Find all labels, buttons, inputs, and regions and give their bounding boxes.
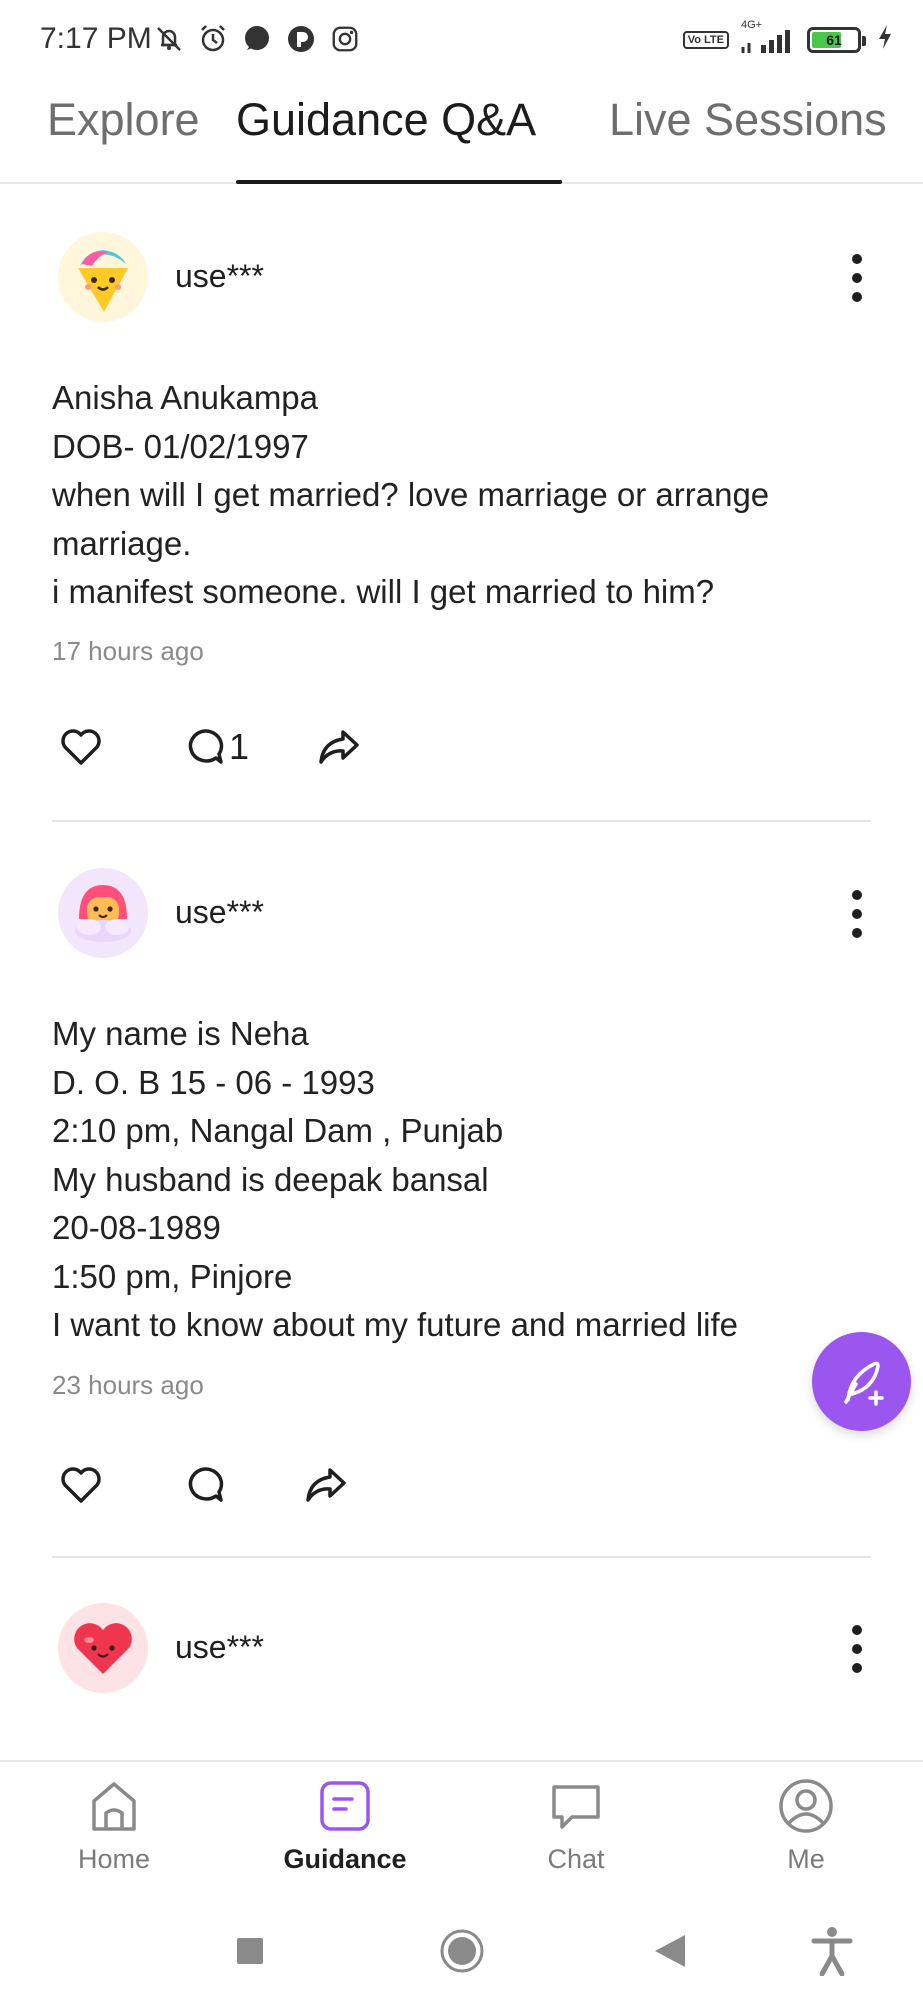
comment-count: 1 bbox=[229, 726, 250, 767]
nav-chat[interactable]: Chat bbox=[486, 1776, 666, 1875]
nav-guidance[interactable]: Guidance bbox=[255, 1776, 435, 1875]
post-text-line: My name is Neha bbox=[52, 1015, 309, 1052]
notification-icons bbox=[152, 22, 362, 56]
new-post-fab-button[interactable] bbox=[812, 1332, 911, 1431]
heart-icon bbox=[61, 1467, 101, 1503]
nav-me[interactable]: Me bbox=[716, 1776, 896, 1875]
status-time: 7:17 PM bbox=[40, 22, 152, 55]
comment-button[interactable]: 1 bbox=[185, 717, 249, 777]
chat-bubble-icon bbox=[240, 22, 274, 56]
top-tab-bar: Explore Guidance Q&A Live Sessions bbox=[0, 84, 923, 184]
accessibility-button[interactable] bbox=[804, 1923, 860, 1979]
tab-live-sessions[interactable]: Live Sessions bbox=[609, 94, 887, 146]
more-options-icon[interactable] bbox=[851, 254, 863, 302]
post-text-line: 2:10 pm, Nangal Dam , Punjab bbox=[52, 1112, 504, 1149]
post-body[interactable]: My name is Neha D. O. B 15 - 06 - 1993 2… bbox=[52, 1010, 872, 1350]
share-button[interactable] bbox=[304, 1455, 348, 1515]
post-username[interactable]: use*** bbox=[175, 894, 264, 931]
comment-button[interactable] bbox=[185, 1455, 229, 1515]
post-text-line: My husband is deepak bansal bbox=[52, 1160, 489, 1198]
share-icon bbox=[306, 1468, 346, 1502]
like-button[interactable] bbox=[60, 1455, 102, 1515]
system-status-icons: Vo LTE 4G+ 61 bbox=[682, 19, 893, 55]
post-text-line: Anisha Anukampa bbox=[52, 379, 319, 416]
chat-icon bbox=[546, 1776, 606, 1836]
hooded-girl-avatar-icon[interactable] bbox=[58, 868, 148, 958]
battery-percent: 61 bbox=[826, 31, 842, 48]
guidance-icon bbox=[315, 1776, 375, 1836]
instagram-icon bbox=[328, 22, 362, 56]
nav-home[interactable]: Home bbox=[24, 1776, 204, 1875]
more-options-icon[interactable] bbox=[851, 890, 863, 938]
signal-icon: 4G+ bbox=[739, 19, 797, 55]
post-text-line: i manifest someone. will I get married t… bbox=[52, 573, 715, 610]
status-bar: 7:17 PM Vo LTE 4G+ 61 bbox=[0, 0, 923, 84]
post-text-line: marriage. bbox=[52, 524, 192, 562]
post-text-line: 20-08-1989 bbox=[52, 1209, 221, 1246]
post-timestamp: 23 hours ago bbox=[52, 1370, 204, 1400]
post-card: use*** My name is Neha D. O. B 15 - 06 -… bbox=[0, 868, 923, 1563]
post-body[interactable]: Anisha Anukampa DOB- 01/02/1997 when wil… bbox=[52, 374, 872, 617]
heart-icon bbox=[61, 729, 101, 765]
nav-label: Chat bbox=[547, 1844, 605, 1874]
back-triangle-icon bbox=[655, 1935, 685, 1967]
post-actions: 1 bbox=[52, 717, 452, 777]
charging-bolt-icon bbox=[877, 24, 893, 55]
square-icon bbox=[237, 1938, 263, 1964]
post-text-line: 1:50 pm, Pinjore bbox=[52, 1257, 293, 1295]
nav-label: Me bbox=[787, 1844, 825, 1874]
post-divider bbox=[52, 1556, 871, 1558]
tab-explore[interactable]: Explore bbox=[47, 94, 200, 146]
home-system-button[interactable] bbox=[434, 1923, 490, 1979]
active-tab-indicator bbox=[236, 180, 562, 184]
quill-plus-icon bbox=[843, 1361, 884, 1406]
app-icon bbox=[284, 22, 318, 56]
like-button[interactable] bbox=[60, 717, 102, 777]
comment-icon bbox=[188, 729, 224, 764]
post-text-line: D. O. B 15 - 06 - 1993 bbox=[52, 1063, 375, 1101]
bottom-navigation: Home Guidance Chat Me bbox=[0, 1760, 923, 1895]
accessibility-icon bbox=[811, 1927, 853, 1976]
profile-icon bbox=[776, 1776, 836, 1836]
tab-guidance-qa[interactable]: Guidance Q&A bbox=[236, 94, 536, 146]
post-text-line: I want to know about my future and marri… bbox=[52, 1306, 739, 1343]
more-options-icon[interactable] bbox=[851, 1625, 863, 1673]
post-actions bbox=[52, 1455, 452, 1515]
system-navigation-bar bbox=[0, 1895, 923, 2000]
post-username[interactable]: use*** bbox=[175, 1629, 264, 1666]
post-card: use*** bbox=[0, 1603, 923, 1743]
post-username[interactable]: use*** bbox=[175, 258, 264, 295]
share-button[interactable] bbox=[317, 717, 361, 777]
share-icon bbox=[319, 730, 359, 764]
battery-icon: 61 bbox=[807, 26, 866, 53]
comment-icon bbox=[188, 1467, 224, 1502]
volte-indicator: Vo LTE bbox=[682, 30, 729, 49]
alarm-icon bbox=[196, 22, 230, 56]
post-timestamp: 17 hours ago bbox=[52, 636, 204, 666]
post-text-line: DOB- 01/02/1997 bbox=[52, 427, 309, 465]
post-text-line: when will I get married? love marriage o… bbox=[52, 476, 770, 513]
home-icon bbox=[84, 1776, 144, 1836]
post-card: use*** Anisha Anukampa DOB- 01/02/1997 w… bbox=[0, 230, 923, 825]
recents-button[interactable] bbox=[222, 1923, 278, 1979]
nav-label: Home bbox=[77, 1844, 151, 1874]
nav-label: Guidance bbox=[283, 1844, 407, 1874]
post-divider bbox=[52, 820, 871, 822]
back-button[interactable] bbox=[642, 1923, 698, 1979]
muted-notifications-icon bbox=[152, 22, 186, 56]
heart-avatar-icon[interactable] bbox=[58, 1603, 148, 1693]
ice-cream-avatar-icon[interactable] bbox=[58, 232, 148, 322]
circle-icon bbox=[440, 1929, 484, 1973]
